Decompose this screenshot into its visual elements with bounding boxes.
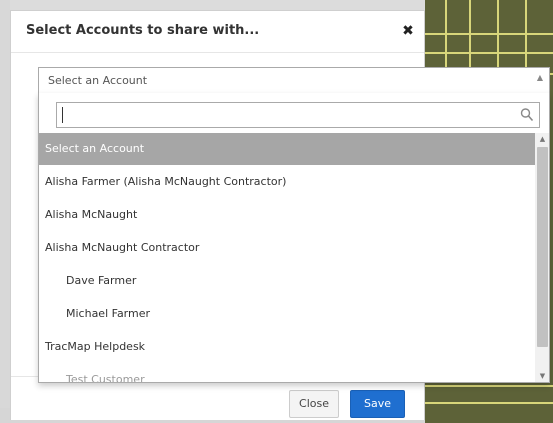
text-caret bbox=[62, 107, 63, 123]
option-item[interactable]: Michael Farmer bbox=[39, 298, 535, 330]
scroll-thumb[interactable] bbox=[537, 147, 548, 347]
page-backdrop bbox=[0, 0, 10, 423]
option-item[interactable]: Dave Farmer bbox=[39, 265, 535, 297]
option-item[interactable]: Test Customer bbox=[39, 364, 535, 382]
option-item[interactable]: Alisha Farmer (Alisha McNaught Contracto… bbox=[39, 166, 535, 198]
scroll-up-icon[interactable]: ▲ bbox=[535, 133, 549, 145]
options-list: Select an Account Alisha Farmer (Alisha M… bbox=[39, 133, 535, 382]
option-item[interactable]: Alisha McNaught bbox=[39, 199, 535, 231]
close-icon[interactable]: ✖ bbox=[400, 21, 416, 41]
modal-title: Select Accounts to share with... bbox=[26, 23, 260, 38]
close-button[interactable]: Close bbox=[289, 390, 339, 418]
search-icon bbox=[520, 108, 534, 122]
modal-header: Select Accounts to share with... ✖ bbox=[11, 11, 424, 53]
search-field bbox=[56, 102, 540, 128]
scroll-down-icon[interactable]: ▼ bbox=[535, 370, 549, 382]
option-item[interactable]: Alisha McNaught Contractor bbox=[39, 232, 535, 264]
save-button[interactable]: Save bbox=[350, 390, 405, 418]
chevron-up-icon: ▲ bbox=[536, 73, 543, 82]
account-dropdown: Select an Account Alisha Farmer (Alisha M… bbox=[38, 93, 550, 383]
search-input[interactable] bbox=[59, 105, 514, 125]
account-select[interactable]: Select an Account ▲ bbox=[38, 67, 550, 93]
option-item[interactable]: Select an Account bbox=[39, 133, 535, 165]
option-item[interactable]: TracMap Helpdesk bbox=[39, 331, 535, 363]
select-current-value: Select an Account bbox=[48, 74, 148, 87]
dropdown-scrollbar[interactable]: ▲ ▼ bbox=[535, 133, 549, 382]
